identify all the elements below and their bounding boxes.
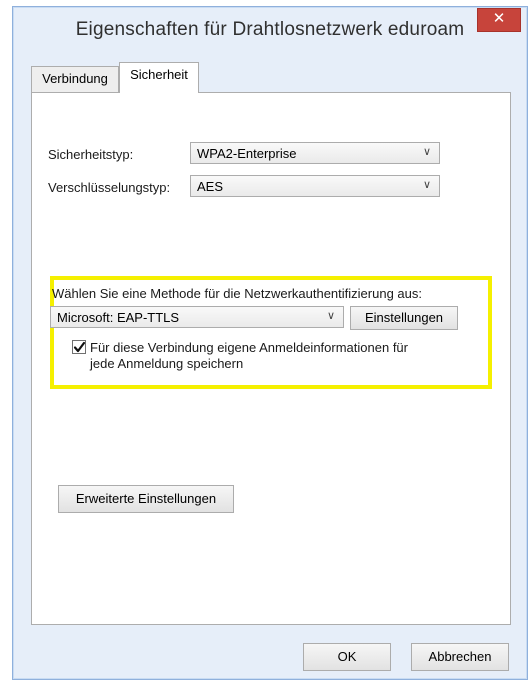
checkmark-icon — [73, 341, 86, 353]
close-icon: ✕ — [492, 10, 506, 27]
advanced-settings-button[interactable]: Erweiterte Einstellungen — [58, 485, 234, 513]
auth-method-value: Microsoft: EAP-TTLS — [57, 310, 180, 325]
tab-sicherheit[interactable]: Sicherheit — [119, 62, 199, 93]
encryption-type-value: AES — [197, 179, 224, 194]
security-type-value: WPA2-Enterprise — [197, 146, 297, 161]
cancel-button[interactable]: Abbrechen — [411, 643, 509, 671]
remember-credentials-label-line2: jede Anmeldung speichern — [90, 356, 244, 371]
chevron-down-icon: ∨ — [326, 310, 335, 322]
auth-settings-button[interactable]: Einstellungen — [350, 306, 458, 330]
security-type-select[interactable]: WPA2-Enterprise ∨ — [190, 142, 440, 164]
encryption-type-select[interactable]: AES ∨ — [190, 175, 440, 197]
auth-method-select[interactable]: Microsoft: EAP-TTLS ∨ — [50, 306, 344, 328]
ok-button[interactable]: OK — [303, 643, 391, 671]
auth-method-label: Wählen Sie eine Methode für die Netzwerk… — [52, 286, 422, 301]
window-title: Eigenschaften für Drahtlosnetzwerk eduro… — [75, 19, 465, 40]
chevron-down-icon: ∨ — [422, 146, 431, 158]
title-bar[interactable]: Eigenschaften für Drahtlosnetzwerk eduro… — [13, 7, 527, 51]
encryption-type-label: Verschlüsselungstyp: — [48, 180, 171, 195]
chevron-down-icon: ∨ — [422, 179, 431, 191]
security-type-label: Sicherheitstyp: — [48, 147, 134, 162]
close-button[interactable]: ✕ — [477, 8, 521, 32]
remember-credentials-checkbox[interactable] — [72, 340, 86, 354]
security-tab-panel: Sicherheitstyp: WPA2-Enterprise ∨ Versch… — [31, 92, 511, 625]
remember-credentials-label-line1: Für diese Verbindung eigene Anmeldeinfor… — [90, 340, 408, 355]
properties-dialog: Eigenschaften für Drahtlosnetzwerk eduro… — [12, 6, 528, 680]
tab-verbindung[interactable]: Verbindung — [31, 66, 119, 92]
